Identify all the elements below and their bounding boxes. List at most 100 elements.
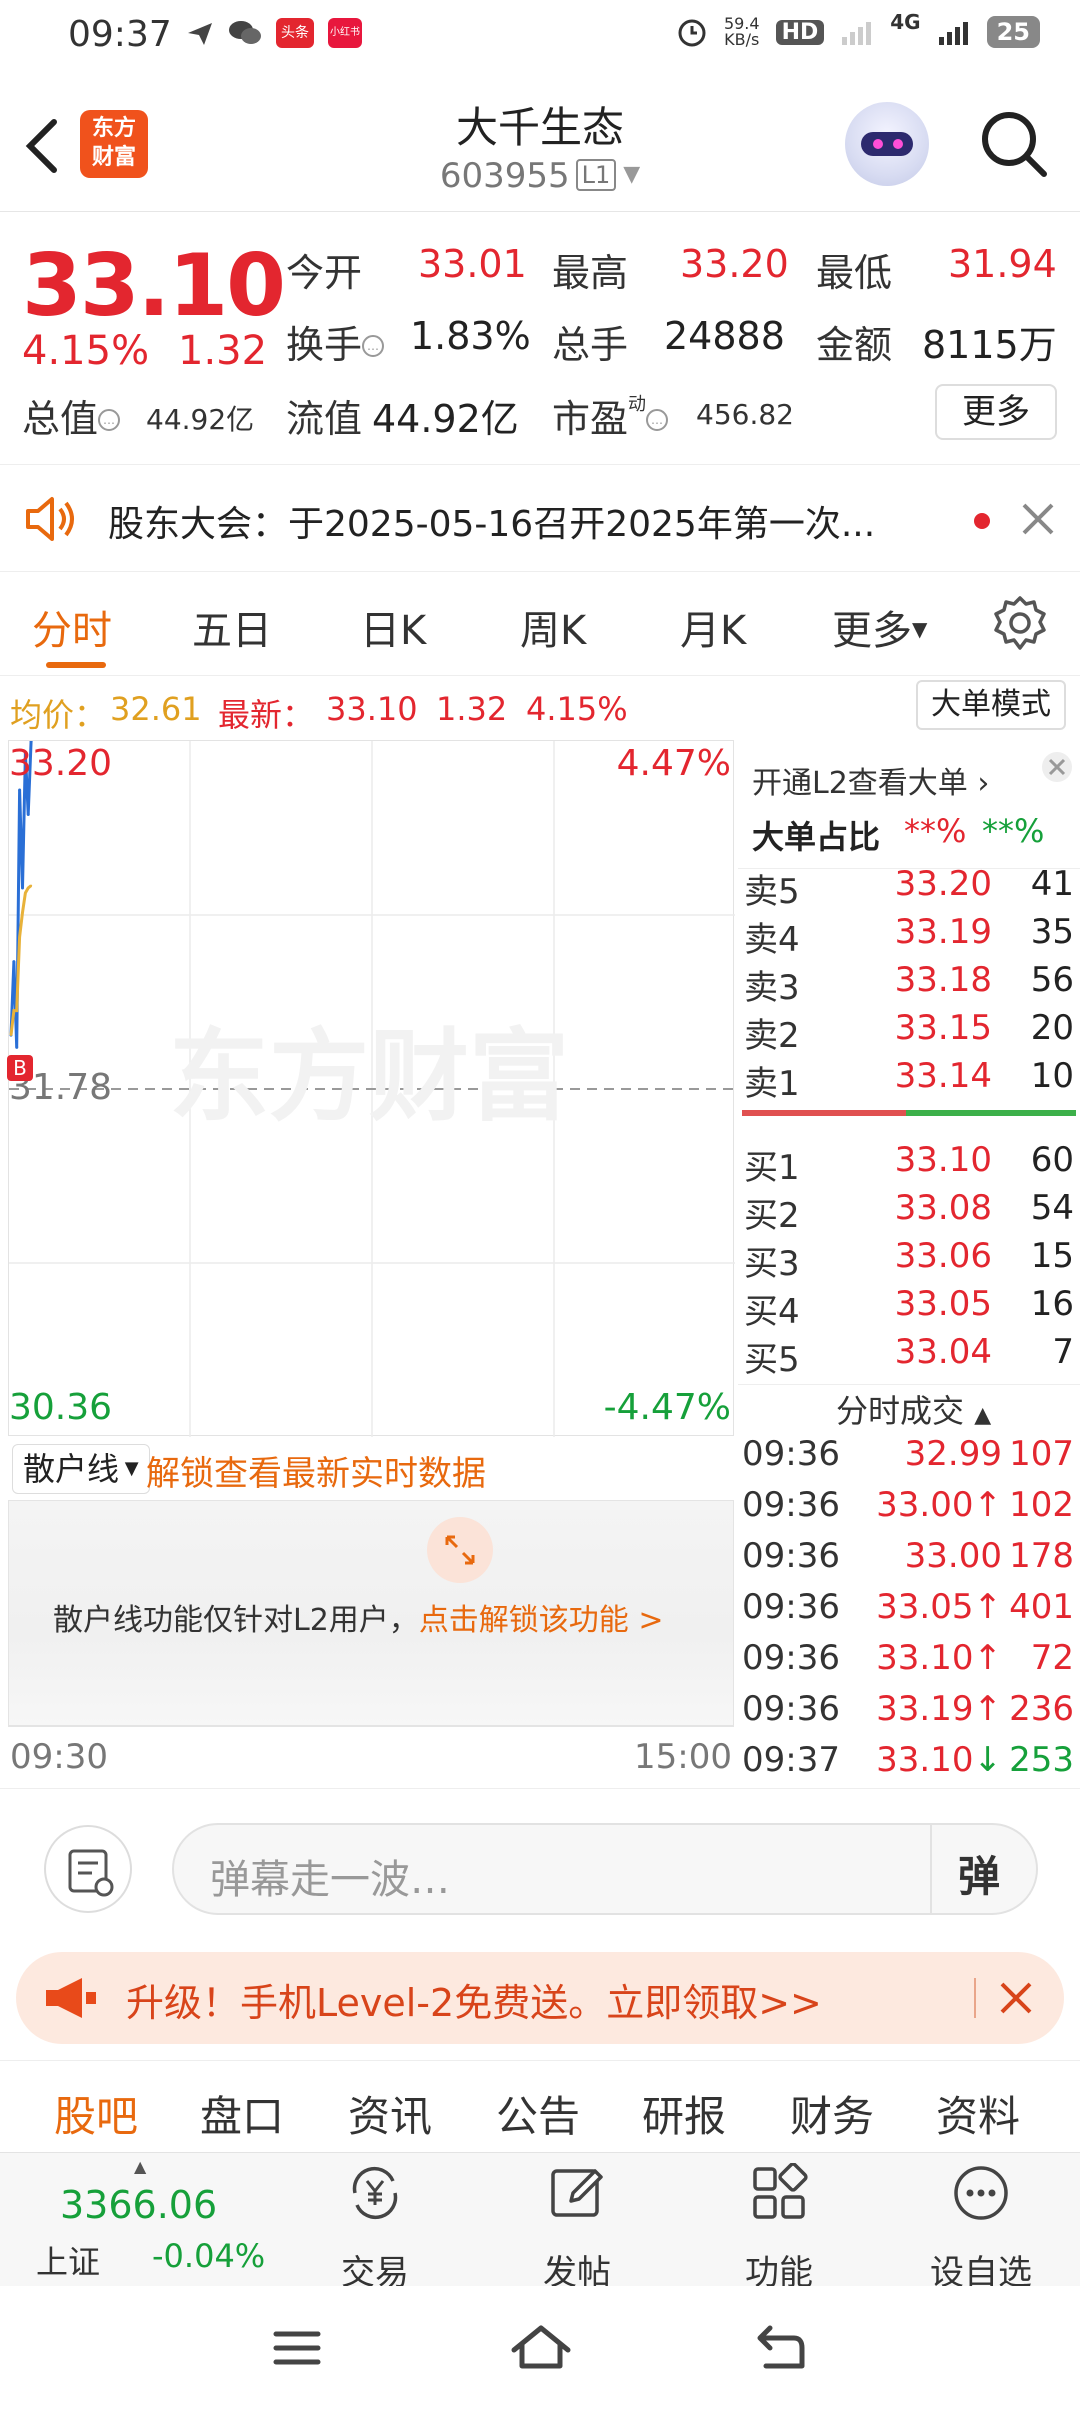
tab-research[interactable]: 研报 — [642, 2083, 726, 2144]
price-line-point — [18, 788, 22, 792]
info-icon[interactable]: … — [362, 335, 385, 357]
low-label: 最低 — [816, 251, 893, 295]
promo-text[interactable]: 升级！手机Level-2免费送。立即领取>> — [126, 1972, 822, 2027]
close-icon[interactable] — [1040, 750, 1074, 784]
buy-marker[interactable]: B — [7, 1055, 33, 1081]
tab-weekly-k[interactable]: 周K — [520, 598, 586, 656]
expand-icon[interactable] — [427, 1517, 493, 1583]
tick-row: 09:36 33.10↑ 72 — [742, 1638, 1074, 1678]
avg-value: 32.61 — [110, 690, 202, 728]
menu-icon[interactable] — [272, 2326, 322, 2370]
tab-finance[interactable]: 财务 — [790, 2083, 874, 2144]
high-value: 33.20 — [680, 242, 789, 286]
back-icon[interactable] — [754, 2322, 808, 2372]
chart-svg: 东方财富 — [9, 741, 735, 1437]
price-line-point — [20, 886, 24, 890]
quote-summary: 33.10 4.15% 1.32 今开 33.01 最高 33.20 最低 31… — [0, 212, 1080, 464]
grid-apps-icon — [753, 2163, 808, 2219]
bottom-nav: ▲ 3366.06 上证 -0.04% 交易 发帖 功能 设自选 — [0, 2152, 1080, 2293]
robot-avatar-icon[interactable] — [845, 102, 929, 186]
change-amount: 1.32 — [178, 328, 268, 374]
period-tabs: 分时 五日 日K 周K 月K 更多▼ — [0, 572, 1080, 676]
tab-more[interactable]: 更多▼ — [832, 598, 927, 656]
bid-row[interactable]: 买4 33.05 16 — [744, 1284, 1074, 1332]
intraday-chart[interactable]: 东方财富 33.20 4.47% 31.78 30.36 -4.47% B — [7, 740, 735, 1437]
hd-icon: HD — [775, 19, 825, 45]
more-dots-icon — [954, 2166, 1008, 2220]
retail-line-bar: 散户线 ▼ 解锁查看最新实时数据 — [8, 1436, 734, 1500]
danmaku-send-button[interactable]: 弹 — [958, 1843, 1000, 1904]
tab-daily-k[interactable]: 日K — [360, 598, 426, 656]
low-value: 31.94 — [948, 242, 1057, 286]
danmaku-settings-icon[interactable] — [44, 1825, 132, 1913]
tab-forum[interactable]: 股吧 — [54, 2083, 138, 2144]
index-value: 3366.06 — [60, 2183, 218, 2227]
tab-5day[interactable]: 五日 — [192, 598, 272, 656]
notice-text[interactable]: 股东大会：于2025-05-16召开2025年第一次... — [108, 495, 875, 547]
unlock-feature-link[interactable]: 点击解锁该功能 > — [419, 1603, 664, 1638]
net-speed: 59.4 KB/s — [723, 14, 760, 49]
ask-row[interactable]: 卖5 33.20 41 — [744, 864, 1074, 912]
open-label: 今开 — [286, 251, 363, 295]
ask-row[interactable]: 卖4 33.19 35 — [744, 912, 1074, 960]
order-book-panel: 开通L2查看大单 › 大单占比 **% **% 卖5 33.20 41 卖4 33.1… — [738, 740, 1080, 1788]
pe-label[interactable]: 市盈动… — [552, 388, 669, 443]
volume-value: 24888 — [664, 314, 785, 358]
retail-line-locked-panel: 散户线功能仅针对L2用户，点击解锁该功能 > — [8, 1500, 734, 1726]
tab-news[interactable]: 资讯 — [348, 2083, 432, 2144]
edit-post-icon — [551, 2169, 603, 2217]
big-order-mode-button[interactable]: 大单模式 — [916, 680, 1066, 730]
info-icon[interactable]: … — [98, 409, 121, 431]
ask-row[interactable]: 卖2 33.15 20 — [744, 1008, 1074, 1056]
settings-gear-icon[interactable] — [990, 594, 1050, 654]
bid-row[interactable]: 买1 33.10 60 — [744, 1140, 1074, 1188]
content-tabs: 股吧 盘口 资讯 公告 研报 财务 资料 — [0, 2060, 1080, 2152]
ask-row[interactable]: 卖3 33.18 56 — [744, 960, 1074, 1008]
latest-value: 33.10 — [326, 690, 418, 728]
index-ticker[interactable]: ▲ 3366.06 上证 -0.04% — [22, 2157, 272, 2283]
bid-row[interactable]: 买3 33.06 15 — [744, 1236, 1074, 1284]
home-icon[interactable] — [510, 2322, 572, 2372]
tick-row: 09:37 33.10↓ 253 — [742, 1740, 1074, 1780]
more-button[interactable]: 更多 — [935, 384, 1057, 440]
trade-yen-icon — [352, 2166, 398, 2220]
tab-monthly-k[interactable]: 月K — [680, 598, 746, 656]
bid-row[interactable]: 买2 33.08 54 — [744, 1188, 1074, 1236]
index-name: 上证 — [36, 2243, 101, 2281]
active-tab-indicator — [46, 662, 106, 668]
avg-price-line-point — [21, 911, 24, 914]
close-icon[interactable] — [1018, 499, 1058, 539]
l2-upsell-link[interactable]: 开通L2查看大单 › — [752, 758, 989, 802]
info-icon[interactable]: … — [646, 409, 669, 431]
toutiao-icon: 头条 — [276, 18, 314, 48]
tick-row: 09:36 33.00↑ 102 — [742, 1485, 1074, 1525]
current-price: 33.10 — [22, 236, 286, 336]
promo-banner[interactable]: 升级！手机Level-2免费送。立即领取>> — [16, 1952, 1064, 2044]
unlock-realtime-link[interactable]: 解锁查看最新实时数据 — [146, 1446, 486, 1495]
speaker-icon — [26, 497, 74, 541]
mcap-label[interactable]: 总值… — [22, 388, 121, 443]
avg-price-line-point — [10, 1034, 12, 1037]
retail-line-dropdown[interactable]: 散户线 ▼ — [12, 1444, 150, 1494]
danmaku-input[interactable]: 弹幕走一波… 弹 — [172, 1823, 1038, 1915]
price-line-point — [15, 1045, 19, 1049]
close-icon[interactable] — [996, 1978, 1036, 2018]
tab-profile[interactable]: 资料 — [936, 2083, 1020, 2144]
search-icon[interactable] — [978, 108, 1050, 180]
tab-announcements[interactable]: 公告 — [496, 2083, 580, 2144]
notice-bar[interactable]: 股东大会：于2025-05-16召开2025年第一次... — [0, 464, 1080, 572]
tab-handicap[interactable]: 盘口 — [200, 2083, 284, 2144]
tab-intraday[interactable]: 分时 — [32, 598, 112, 656]
price-line-point — [26, 813, 30, 817]
bid-row[interactable]: 买5 33.04 7 — [744, 1332, 1074, 1380]
watermark: 东方财富 — [169, 1021, 569, 1133]
ask-row[interactable]: 卖1 33.14 10 — [744, 1056, 1074, 1104]
index-pct: -0.04% — [152, 2237, 266, 2275]
turnover-label[interactable]: 换手… — [286, 314, 385, 369]
avg-price-line-point — [12, 1009, 15, 1012]
price-line-point — [12, 960, 16, 964]
y-top-label: 33.20 — [9, 743, 113, 784]
ticks-header[interactable]: 分时成交 ▲ — [836, 1386, 991, 1432]
system-nav-bar — [0, 2286, 1080, 2409]
avg-price-line-point — [24, 891, 27, 894]
